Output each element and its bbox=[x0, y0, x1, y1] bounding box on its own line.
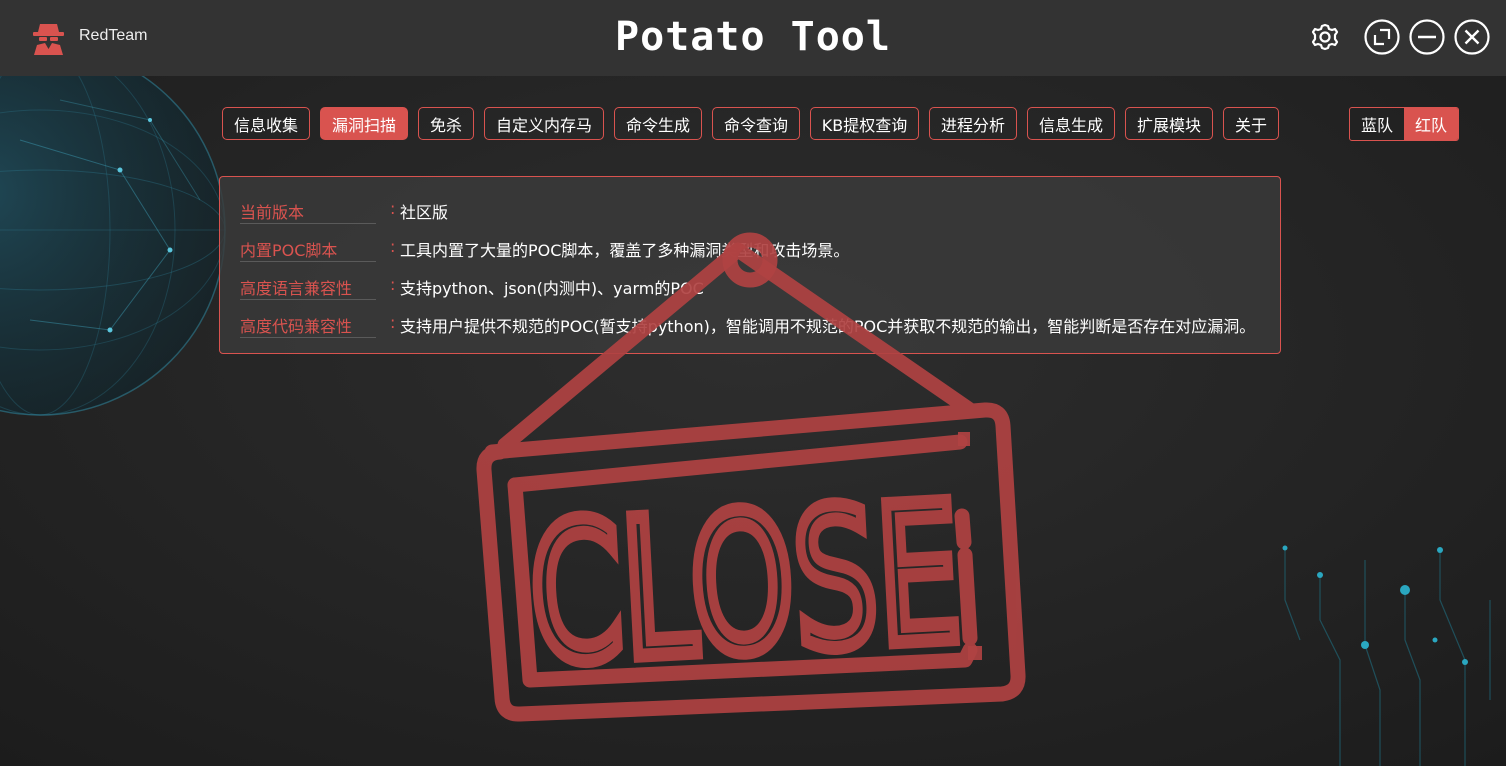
gear-icon bbox=[1311, 23, 1339, 51]
tab-vuln-scan[interactable]: 漏洞扫描 bbox=[320, 107, 408, 140]
info-key: 当前版本 bbox=[240, 199, 376, 224]
info-key: 内置POC脚本 bbox=[240, 237, 376, 262]
title-bar: RedTeam Potato Tool bbox=[0, 0, 1506, 76]
info-row: 当前版本 : 社区版 bbox=[240, 199, 1270, 227]
blue-team-button[interactable]: 蓝队 bbox=[1350, 108, 1404, 140]
close-icon bbox=[1454, 19, 1490, 55]
minimize-button[interactable] bbox=[1408, 18, 1446, 56]
info-separator: : bbox=[390, 199, 396, 218]
settings-button[interactable] bbox=[1306, 18, 1344, 56]
info-row: 高度代码兼容性 : 支持用户提供不规范的POC(暂支持python)，智能调用不… bbox=[240, 313, 1270, 341]
info-key: 高度语言兼容性 bbox=[240, 275, 376, 300]
info-separator: : bbox=[390, 275, 396, 294]
tab-extensions[interactable]: 扩展模块 bbox=[1125, 107, 1213, 140]
tab-info-gen[interactable]: 信息生成 bbox=[1027, 107, 1115, 140]
tab-memshell[interactable]: 自定义内存马 bbox=[484, 107, 604, 140]
info-value: 支持python、json(内测中)、yarm的POC bbox=[400, 279, 704, 298]
tab-about[interactable]: 关于 bbox=[1223, 107, 1279, 140]
info-separator: : bbox=[390, 313, 396, 332]
info-separator: : bbox=[390, 237, 396, 256]
info-key: 高度代码兼容性 bbox=[240, 313, 376, 338]
minus-icon bbox=[1409, 19, 1445, 55]
close-button[interactable] bbox=[1453, 18, 1491, 56]
info-row: 高度语言兼容性 : 支持python、json(内测中)、yarm的POC bbox=[240, 275, 1270, 303]
info-value: 工具内置了大量的POC脚本，覆盖了多种漏洞类型和攻击场景。 bbox=[400, 241, 850, 260]
tab-command-gen[interactable]: 命令生成 bbox=[614, 107, 702, 140]
tab-av-evasion[interactable]: 免杀 bbox=[418, 107, 474, 140]
red-team-button[interactable]: 红队 bbox=[1404, 108, 1458, 140]
team-toggle: 蓝队 红队 bbox=[1349, 107, 1459, 141]
tab-kb-privesc[interactable]: KB提权查询 bbox=[810, 107, 919, 140]
info-row: 内置POC脚本 : 工具内置了大量的POC脚本，覆盖了多种漏洞类型和攻击场景。 bbox=[240, 237, 1270, 265]
tab-command-query[interactable]: 命令查询 bbox=[712, 107, 800, 140]
info-value: 社区版 bbox=[400, 203, 449, 222]
tab-process-analysis[interactable]: 进程分析 bbox=[929, 107, 1017, 140]
app-title: Potato Tool bbox=[615, 14, 891, 60]
restore-button[interactable] bbox=[1363, 18, 1401, 56]
tab-info-collection[interactable]: 信息收集 bbox=[222, 107, 310, 140]
info-panel: 当前版本 : 社区版 内置POC脚本 : 工具内置了大量的POC脚本，覆盖了多种… bbox=[219, 176, 1281, 354]
restore-icon bbox=[1364, 19, 1400, 55]
info-value: 支持用户提供不规范的POC(暂支持python)，智能调用不规范的POC并获取不… bbox=[400, 317, 1256, 336]
